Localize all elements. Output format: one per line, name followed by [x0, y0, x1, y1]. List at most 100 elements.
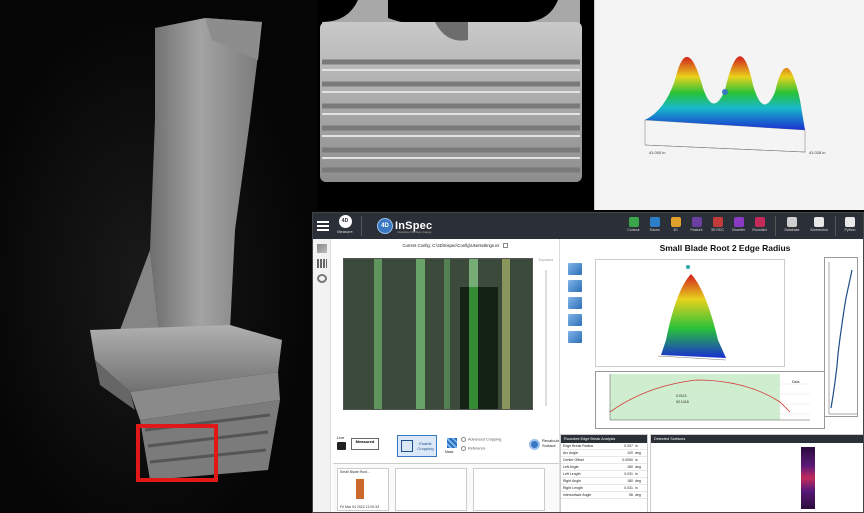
turbine-blade-photo [0, 0, 318, 513]
enable-cropping-button[interactable]: Enable Cropping [397, 435, 437, 457]
view-tools [568, 263, 586, 348]
menu-icon[interactable] [317, 219, 329, 231]
app-toolbar: 4D Measure 4D InSpec Integrated Surface … [313, 213, 863, 239]
database-button[interactable]: Database [779, 215, 805, 237]
bar-chart-icon[interactable] [316, 259, 327, 268]
slider-label: Exposure [538, 258, 554, 262]
edge-table-title: Rounded Edge Break Analysis [561, 435, 647, 443]
analysis-tool-group: Contour Traces 3D Feature 3D RDC Chamfer… [623, 215, 770, 237]
table-row: Left Angle 180 deg [561, 464, 647, 471]
rounded-icon [754, 217, 765, 227]
config-label: Current Config: [402, 243, 431, 248]
thumbnail-preview [356, 479, 364, 499]
screenshot-button[interactable]: Screenshot [805, 215, 833, 237]
logo-mark: 4D [377, 218, 393, 234]
toolbar-divider [775, 216, 776, 236]
tool-3d-rdc[interactable]: 3D RDC [707, 215, 728, 237]
edge-radius-3d-render[interactable] [595, 259, 785, 367]
measured-toggle[interactable]: Measured [351, 438, 379, 450]
logo-tagline: Integrated Surface Gauge [397, 230, 432, 234]
table-row: Center Offset 0.0050 in [561, 457, 647, 464]
advanced-cropping-radio[interactable]: Advanced Cropping [461, 437, 501, 442]
screenshot-composite: 41.000 in 41.028 in 4D Measure 4D InSpec… [0, 0, 864, 513]
traces-icon [649, 217, 660, 227]
contour-icon [628, 217, 639, 227]
profile-legend: Data [792, 380, 800, 384]
tool-feature[interactable]: Feature [686, 215, 707, 237]
config-bar: Current Config: C:\4D\Inspec\Config\User… [333, 241, 577, 251]
python-tool-group: Python [839, 215, 861, 237]
side-trace-plot[interactable] [824, 257, 858, 417]
crop-region[interactable] [460, 287, 498, 409]
reference-radio[interactable]: Reference [461, 446, 486, 451]
capture-controls: Live Measured Enable Cropping Mask Advan… [337, 435, 567, 459]
python-button[interactable]: Python [839, 215, 861, 237]
turbine-blade-illustration [90, 18, 282, 482]
tool-label: Feature [690, 228, 703, 232]
mask-label: Mask [445, 450, 454, 454]
tool-label: Contour [627, 228, 640, 232]
tool-3d[interactable]: 3D [665, 215, 686, 237]
edge-profile-plot[interactable]: Data 0.0113 92.1418 [595, 371, 825, 429]
mask-icon[interactable] [447, 438, 457, 448]
measured-label: Measured [355, 439, 375, 444]
inspec-logo: 4D InSpec Integrated Surface Gauge [377, 217, 432, 235]
exposure-slider[interactable]: Exposure [537, 258, 555, 410]
measure-mark: 4D [338, 215, 352, 228]
utility-tool-group: Database Screenshot [779, 215, 833, 237]
gear-icon[interactable] [316, 274, 327, 283]
table-row: Edge Break Radius 0.007 in [561, 443, 647, 450]
measure-label: Measure [337, 229, 353, 234]
view-side-icon[interactable] [568, 297, 582, 309]
thumbnail-strip: Small Blade Root... Fri Mar 04 2022 11:0… [333, 463, 577, 512]
view-front-icon[interactable] [568, 280, 582, 292]
coord-left-label: 41.000 in [649, 150, 666, 155]
rotate-icon[interactable] [568, 331, 582, 343]
tool-label: 3D RDC [710, 228, 725, 232]
table-row: Left Length 0.031 in [561, 471, 647, 478]
chamfer-icon [733, 217, 744, 227]
toolbar-divider [361, 216, 362, 236]
database-label: Database [784, 228, 800, 232]
table-row: Right Length 0.031 in [561, 485, 647, 492]
python-icon [845, 217, 855, 227]
camera-icon[interactable] [337, 442, 346, 450]
database-icon [787, 217, 797, 227]
tool-traces[interactable]: Traces [644, 215, 665, 237]
crop-icon [401, 440, 413, 452]
inspec-app-window: 4D Measure 4D InSpec Integrated Surface … [312, 212, 864, 513]
view-iso-icon[interactable] [568, 314, 582, 326]
enable-cropping-label: Enable Cropping [417, 441, 434, 451]
config-dropdown-icon[interactable] [502, 243, 508, 249]
surfaces-title: Detected Surfaces [651, 435, 863, 443]
tool-rounded[interactable]: Rounded [749, 215, 770, 237]
thumbnail-caption: Fri Mar 04 2022 11:00:33 [340, 505, 380, 509]
view-top-icon[interactable] [568, 263, 582, 275]
slider-track[interactable] [545, 270, 547, 406]
thumbnail-card[interactable] [473, 468, 545, 511]
tool-chamfer[interactable]: Chamfer [728, 215, 749, 237]
config-path: C:\4D\Inspec\Config\Usersettings.ini [432, 243, 500, 248]
thumbnail-card[interactable] [395, 468, 467, 511]
analysis-title: Small Blade Root 2 Edge Radius [659, 243, 791, 253]
detected-surfaces-panel: Detected Surfaces [650, 434, 863, 512]
blade-root-closeup-photo [318, 0, 594, 210]
wrench-icon[interactable] [316, 244, 327, 253]
surface-3d-plot [644, 56, 806, 153]
measure-button[interactable]: 4D Measure [335, 215, 355, 237]
analysis-panel: Small Blade Root 2 Edge Radius Data 0.01… [559, 239, 863, 512]
tool-label: 3D [673, 228, 678, 232]
feature-icon [691, 217, 702, 227]
tool-label: Chamfer [731, 228, 746, 232]
coord-right-label: 41.028 in [809, 150, 826, 155]
screenshot-icon [814, 217, 824, 227]
side-rail [313, 239, 331, 512]
3d-rdc-icon [712, 217, 723, 227]
3d-icon [670, 217, 681, 227]
camera-image-viewer[interactable] [343, 258, 533, 410]
thumbnail-card[interactable]: Small Blade Root... Fri Mar 04 2022 11:0… [337, 468, 389, 511]
toolbar-divider [835, 216, 836, 236]
live-label: Live [337, 435, 345, 440]
table-row: Arc Angle 120 deg [561, 450, 647, 457]
tool-contour[interactable]: Contour [623, 215, 644, 237]
